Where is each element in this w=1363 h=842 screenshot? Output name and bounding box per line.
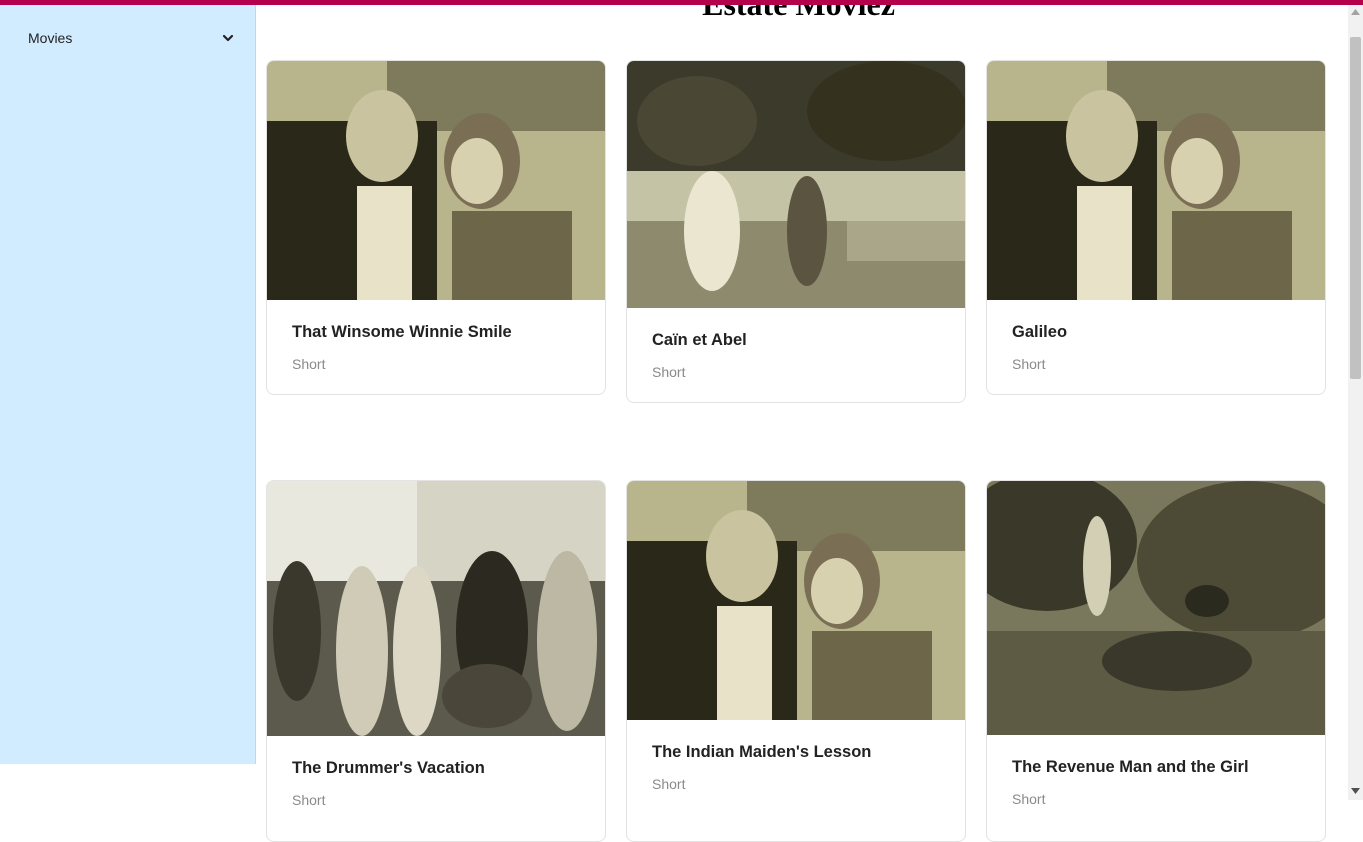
movie-genre: Short — [1012, 791, 1046, 807]
movie-thumbnail — [987, 61, 1325, 300]
sidebar-item-label: Movies — [28, 30, 73, 46]
movie-title[interactable]: The Drummer's Vacation — [292, 759, 485, 778]
scroll-up-arrow-icon[interactable] — [1351, 8, 1360, 15]
movie-thumbnail — [627, 61, 965, 308]
movie-title[interactable]: The Revenue Man and the Girl — [1012, 758, 1249, 777]
movie-title[interactable]: The Indian Maiden's Lesson — [652, 743, 871, 762]
scrollbar-thumb[interactable] — [1350, 37, 1361, 379]
vertical-scrollbar[interactable] — [1348, 5, 1363, 800]
movie-genre: Short — [652, 776, 686, 792]
movie-card[interactable]: The Drummer's Vacation Short — [266, 480, 606, 842]
movie-thumbnail — [267, 61, 605, 300]
movie-card[interactable]: Caïn et Abel Short — [626, 60, 966, 403]
movie-title[interactable]: Galileo — [1012, 323, 1067, 342]
sidebar: Movies — [0, 5, 256, 764]
movie-genre: Short — [1012, 356, 1046, 372]
movie-card[interactable]: The Revenue Man and the Girl Short — [986, 480, 1326, 842]
top-accent-bar — [0, 0, 1363, 5]
movie-card[interactable]: The Indian Maiden's Lesson Short — [626, 480, 966, 842]
sidebar-item-movies[interactable]: Movies — [0, 23, 255, 53]
movie-card[interactable]: Galileo Short — [986, 60, 1326, 395]
movie-genre: Short — [292, 356, 326, 372]
movie-title[interactable]: That Winsome Winnie Smile — [292, 323, 512, 342]
scroll-down-arrow-icon[interactable] — [1351, 788, 1360, 795]
movie-genre: Short — [292, 792, 326, 808]
movie-thumbnail — [267, 481, 605, 736]
movie-thumbnail — [627, 481, 965, 720]
movie-genre: Short — [652, 364, 686, 380]
movie-thumbnail — [987, 481, 1325, 735]
movie-card[interactable]: That Winsome Winnie Smile Short — [266, 60, 606, 395]
movie-title[interactable]: Caïn et Abel — [652, 331, 747, 350]
chevron-down-icon[interactable] — [221, 31, 235, 45]
